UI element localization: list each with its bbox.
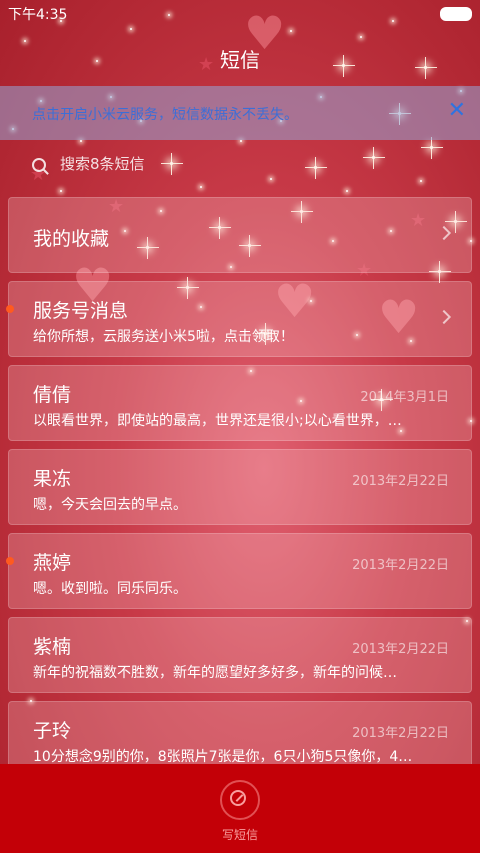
conversation-date: 2013年2月22日 [352,726,449,741]
sparkle-decoration [346,190,348,192]
sparkle-decoration [80,140,82,142]
compose-button[interactable] [220,780,260,820]
list-item-favorites[interactable]: 我的收藏 [8,197,472,273]
conversation-list: 我的收藏 服务号消息 给你所想，云服务送小米5啦，点击领取！ 倩倩 2014年3… [6,197,472,785]
conversation-date: 2013年2月22日 [352,474,449,489]
conversation-name: 服务号消息 [33,300,129,322]
sparkle-decoration [130,28,132,30]
search-bar[interactable] [28,152,458,182]
list-item[interactable]: 果冻 2013年2月22日 嗯，今天会回去的早点。 [8,449,472,525]
sparkle-decoration [421,137,443,159]
status-time: 下午4:35 [8,7,68,23]
banner-text[interactable]: 点击开启小米云服务，短信数据永不丢失。 [32,104,298,124]
conversation-date: 2013年2月22日 [352,642,449,657]
conversation-preview: 嗯。收到啦。同乐同乐。 [33,581,187,597]
conversation-date: 2014年3月1日 [360,390,449,405]
conversation-preview: 新年的祝福数不胜数，新年的愿望好多好多，新年的问候… [33,665,397,681]
unread-dot [6,305,14,313]
compose-icon [230,790,246,806]
list-item[interactable]: 倩倩 2014年3月1日 以眼看世界，即使站的最高，世界还是很小;以心看世界，… [8,365,472,441]
status-bar: 下午4:35 [0,0,480,26]
sparkle-decoration [240,140,242,142]
conversation-name: 倩倩 [33,384,72,406]
conversation-preview: 10分想念9别的你，8张照片7张是你，6只小狗5只像你，4… [33,749,413,765]
conversation-preview: 以眼看世界，即使站的最高，世界还是很小;以心看世界，… [33,413,402,429]
sparkle-decoration [24,40,26,42]
sparkle-decoration [290,30,292,32]
conversation-name: 燕婷 [33,552,72,574]
conversation-name: 紫楠 [33,636,72,658]
chevron-right-icon [436,309,452,325]
search-input[interactable] [58,154,442,174]
sparkle-decoration [360,36,362,38]
list-item[interactable]: 燕婷 2013年2月22日 嗯。收到啦。同乐同乐。 [6,533,472,609]
list-item-service-messages[interactable]: 服务号消息 给你所想，云服务送小米5啦，点击领取！ [6,281,472,357]
conversation-preview: 给你所想，云服务送小米5啦，点击领取！ [33,329,294,345]
list-item[interactable]: 紫楠 2013年2月22日 新年的祝福数不胜数，新年的愿望好多好多，新年的问候… [8,617,472,693]
bottom-bar: 写短信 [0,764,480,853]
chevron-right-icon [436,225,452,241]
compose-label[interactable]: 写短信 [0,826,480,843]
close-icon[interactable]: ✕ [448,98,466,123]
battery-icon [440,7,472,21]
page-title: 短信 [220,48,260,72]
conversation-name: 果冻 [33,468,72,490]
conversation-preview: 嗯，今天会回去的早点。 [33,497,187,513]
cloud-service-banner[interactable]: 点击开启小米云服务，短信数据永不丢失。 ✕ [0,86,480,140]
sparkle-decoration [60,190,62,192]
conversation-name: 子玲 [33,720,72,742]
search-icon [32,158,46,172]
conversation-name: 我的收藏 [33,228,110,250]
conversation-date: 2013年2月22日 [352,558,449,573]
unread-dot [6,557,14,565]
sparkle-decoration [200,186,202,188]
